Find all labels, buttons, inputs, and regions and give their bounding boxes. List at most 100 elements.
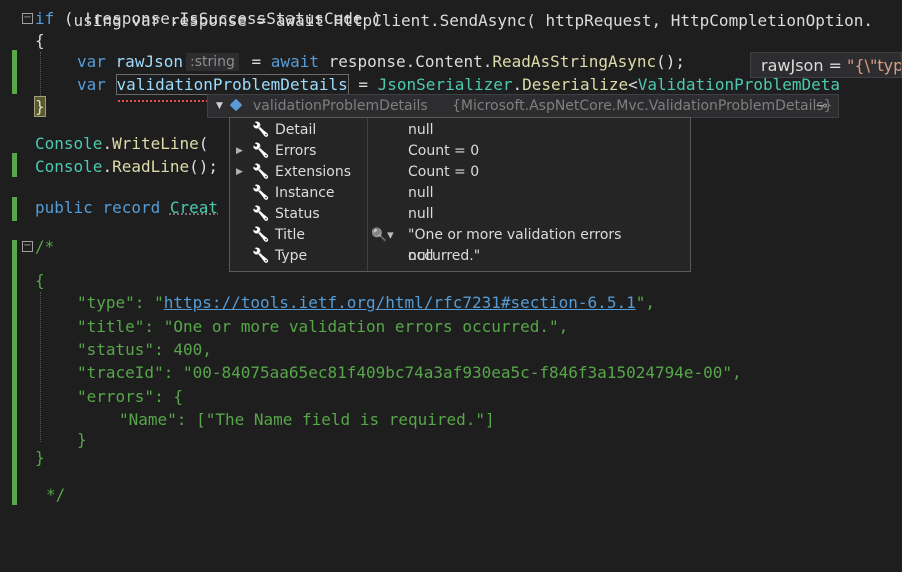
inline-type-hint: :string — [185, 53, 239, 71]
comment: { — [35, 271, 45, 290]
pin-icon[interactable]: ⊸ — [816, 95, 828, 117]
method: WriteLine — [112, 134, 199, 153]
variable-rawjson[interactable]: rawJson — [116, 52, 183, 71]
error-squiggle — [118, 96, 208, 102]
datatip-row-type[interactable]: 🔧 Type null — [230, 246, 690, 267]
property-value[interactable]: null — [408, 204, 434, 225]
operator: = — [241, 52, 271, 71]
property-value[interactable]: null — [408, 120, 434, 141]
comment: "errors": { — [77, 387, 183, 406]
datatip-row-status[interactable]: 🔧 Status null — [230, 204, 690, 225]
comment: ", — [635, 293, 655, 312]
brace: { — [35, 31, 45, 50]
change-bar — [12, 50, 17, 94]
datatip-header-type: {Microsoft.AspNetCore.Mvc.ValidationProb… — [452, 98, 833, 114]
datatip-name: rawJson — [761, 56, 824, 75]
code-line: "errors": { — [77, 386, 183, 408]
brace: } — [34, 96, 46, 117]
property-name: Instance — [275, 185, 335, 201]
comment: */ — [46, 485, 66, 504]
code-line: "type": "https://tools.ietf.org/html/rfc… — [77, 292, 655, 314]
code-line: "Name": ["The Name field is required."] — [119, 409, 495, 431]
keyword: var — [77, 75, 106, 94]
wrench-icon: 🔧 — [252, 122, 270, 138]
code-line: } — [34, 96, 46, 118]
datatip-row-instance[interactable]: 🔧 Instance null — [230, 183, 690, 204]
keyword: await — [270, 52, 319, 71]
datatip-rawjson[interactable]: rawJson = "{\"typ — [750, 52, 902, 78]
wrench-icon: 🔧 — [252, 227, 270, 243]
comment: "type": " — [77, 293, 164, 312]
comment: "status": 400, — [77, 340, 212, 359]
wrench-icon: 🔧 — [252, 164, 270, 180]
property-value[interactable]: null — [408, 183, 434, 204]
property-value[interactable]: Count = 0 — [408, 141, 479, 162]
indent-guide — [40, 52, 41, 96]
comment: "title": "One or more validation errors … — [77, 317, 569, 336]
comment-link[interactable]: https://tools.ietf.org/html/rfc7231#sect… — [164, 293, 636, 312]
datatip-row-title[interactable]: 🔧 Title 🔍▾ "One or more validation errors o… — [230, 225, 690, 264]
property-name: Errors — [275, 143, 317, 159]
code-line: if ( !response.IsSuccessStatusCode ) — [35, 8, 382, 30]
comment: /* — [35, 237, 55, 256]
cube-icon — [229, 98, 243, 112]
magnifier-icon[interactable]: 🔍▾ — [371, 225, 394, 246]
datatip-header-name: validationProblemDetails — [253, 98, 428, 114]
code-text: (); — [189, 157, 219, 176]
datatip-eq: = — [823, 56, 848, 75]
collapse-toggle[interactable]: − — [22, 13, 33, 24]
code-line: */ — [46, 484, 65, 506]
type-name: Console — [35, 157, 103, 176]
code-line: { — [35, 30, 45, 52]
code-text: < — [628, 75, 638, 94]
property-name: Extensions — [275, 164, 352, 180]
code-line: /* — [35, 236, 54, 258]
variable-validationproblemdetails[interactable]: validationProblemDetails — [115, 74, 349, 95]
code-line: "status": 400, — [77, 339, 212, 361]
expand-arrow-icon[interactable]: ▶ — [236, 141, 243, 162]
code-line: var rawJson:string = await response.Cont… — [77, 51, 685, 73]
method: ReadAsStringAsync — [492, 52, 657, 71]
datatip-panel[interactable]: 🔧 Detail null ▶ 🔧 Errors Count = 0 ▶ 🔧 Extensions… — [229, 117, 691, 272]
change-bar — [12, 240, 17, 505]
code-line: Console.WriteLine( — [35, 134, 209, 153]
expand-icon[interactable]: ▼ — [216, 95, 223, 117]
expand-arrow-icon[interactable]: ▶ — [236, 162, 243, 183]
code-line: } — [35, 447, 45, 469]
code-text: (); — [656, 52, 686, 71]
type-name: Console — [35, 134, 103, 153]
keyword: var — [77, 52, 106, 71]
wrench-icon: 🔧 — [252, 206, 270, 222]
code-line: { — [35, 270, 45, 292]
comment: } — [35, 448, 45, 467]
code-line: var validationProblemDetails = JsonSeria… — [77, 74, 840, 96]
property-value[interactable]: Count = 0 — [408, 162, 479, 183]
comment: "traceId": "00-84075aa65ec81f409bc74a3af… — [77, 363, 742, 382]
type-name: Creat — [169, 198, 219, 217]
collapse-toggle[interactable]: − — [22, 241, 33, 252]
comment: "Name": ["The Name field is required."] — [119, 410, 495, 429]
datatip-row-errors[interactable]: ▶ 🔧 Errors Count = 0 — [230, 141, 690, 162]
method: Deserialize — [522, 75, 629, 94]
datatip-row-detail[interactable]: 🔧 Detail null — [230, 120, 690, 141]
change-bar — [12, 197, 17, 221]
code-line: public record Creat — [35, 197, 218, 219]
type-name: JsonSerializer — [377, 75, 513, 94]
code-editor[interactable]: − − using var response = await HttpClien… — [0, 0, 902, 572]
property-name: Type — [275, 248, 308, 264]
keyword: public — [35, 198, 93, 217]
wrench-icon: 🔧 — [252, 143, 270, 159]
code-line: "traceId": "00-84075aa65ec81f409bc74a3af… — [77, 362, 742, 384]
datatip-value[interactable]: "{\"typ — [847, 56, 901, 75]
property-name: Title — [275, 227, 306, 243]
datatip-header[interactable]: ▼ validationProblemDetails {Microsoft.As… — [207, 94, 839, 118]
operator: = — [348, 75, 378, 94]
property-value[interactable]: null — [408, 246, 434, 267]
keyword: if — [35, 9, 55, 28]
comment: } — [77, 430, 87, 449]
change-bar — [12, 153, 17, 177]
datatip-row-extensions[interactable]: ▶ 🔧 Extensions Count = 0 — [230, 162, 690, 183]
property-name: Status — [275, 206, 320, 222]
code-line: Console.ReadLine(); — [35, 157, 219, 176]
code-line: } — [77, 429, 87, 451]
